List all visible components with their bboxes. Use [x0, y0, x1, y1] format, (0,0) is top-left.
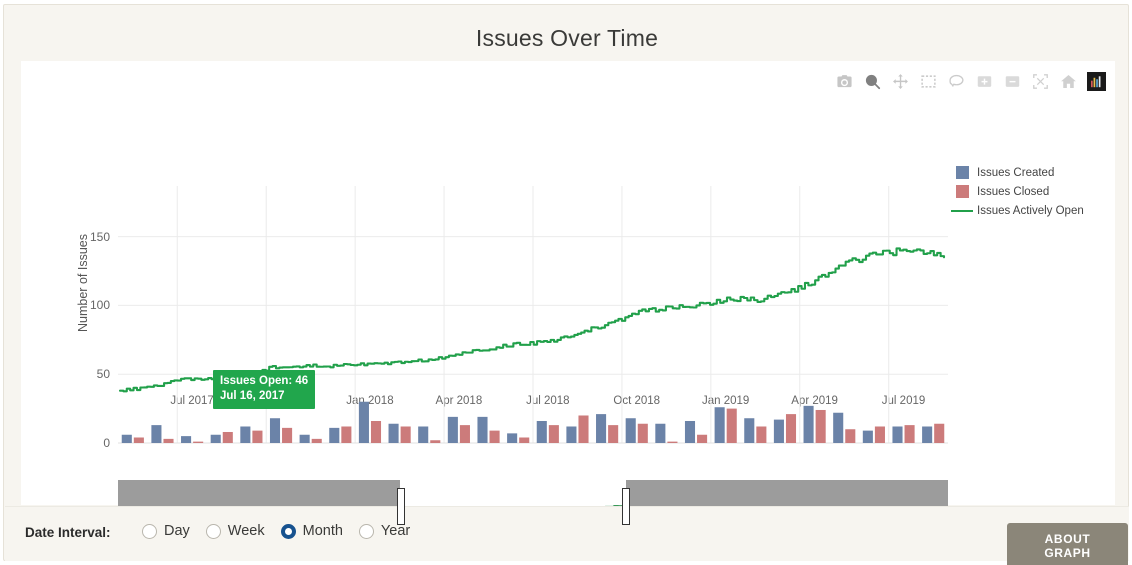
- date-interval-option-day[interactable]: Day: [142, 523, 190, 539]
- bar-issues-closed: [608, 425, 619, 443]
- radio-button[interactable]: [280, 523, 296, 539]
- bar-issues-created: [299, 434, 310, 443]
- chart-legend[interactable]: Issues Created Issues Closed Issues Acti…: [951, 163, 1084, 220]
- bar-issues-created: [862, 430, 873, 443]
- bar-issues-created: [625, 418, 636, 443]
- bar-issues-closed: [163, 438, 174, 443]
- bar-issues-closed: [904, 425, 915, 443]
- bar-issues-created: [803, 405, 814, 443]
- date-interval-option-month[interactable]: Month: [280, 523, 343, 539]
- bar-issues-closed: [519, 437, 530, 443]
- bar-issues-closed: [133, 437, 144, 443]
- bar-issues-closed: [311, 438, 322, 443]
- issues-over-time-page: Issues Over Time Number of Issues 0 50 1…: [0, 0, 1132, 565]
- page-title: Issues Over Time: [475, 25, 659, 51]
- bar-issues-created: [892, 426, 903, 443]
- bar-issues-closed: [252, 430, 263, 443]
- bar-issues-created: [655, 423, 666, 443]
- bar-issues-created: [773, 419, 784, 443]
- range-slider-handle-left[interactable]: [397, 488, 405, 525]
- tooltip-line-1: Issues Open: 46: [220, 375, 309, 387]
- bar-issues-created: [477, 416, 488, 443]
- bar-issues-created: [358, 401, 369, 443]
- bar-issues-created: [269, 418, 281, 443]
- bar-issues-closed: [370, 420, 382, 443]
- graph-card: Issues Over Time Number of Issues 0 50 1…: [3, 4, 1129, 565]
- bar-issues-closed: [578, 415, 589, 443]
- bar-issues-created: [714, 407, 725, 443]
- bar-issues-created: [151, 425, 162, 443]
- bar-issues-closed: [756, 426, 767, 443]
- bar-issues-closed: [845, 429, 856, 443]
- bar-issues-created: [329, 427, 340, 443]
- bar-issues-created: [418, 426, 429, 443]
- radio-label: Week: [227, 523, 265, 539]
- radio-label: Year: [380, 523, 411, 539]
- bar-issues-created: [536, 420, 547, 443]
- date-interval-label: Date Interval:: [25, 525, 111, 540]
- legend-item-issues-closed[interactable]: Issues Closed: [956, 182, 1084, 201]
- bar-issues-created: [447, 416, 458, 443]
- radio-label: Month: [302, 523, 343, 539]
- legend-item-issues-actively-open[interactable]: Issues Actively Open: [951, 201, 1084, 220]
- bar-issues-closed: [489, 430, 500, 443]
- legend-label-closed: Issues Closed: [977, 185, 1050, 198]
- bar-issues-closed: [222, 431, 233, 443]
- legend-label-open: Issues Actively Open: [977, 204, 1084, 217]
- legend-swatch-open: [951, 209, 973, 212]
- bar-issues-created: [388, 423, 399, 443]
- bar-issues-closed: [785, 414, 797, 443]
- legend-label-created: Issues Created: [977, 166, 1055, 179]
- date-interval-option-year[interactable]: Year: [358, 523, 411, 539]
- bar-issues-created: [121, 434, 132, 443]
- radio-button[interactable]: [358, 523, 374, 539]
- plot-panel: Number of Issues Month 050100150 Jul 201…: [21, 61, 1115, 531]
- bar-issues-created: [596, 414, 607, 443]
- bar-issues-created: [507, 433, 518, 443]
- tooltip-line-2: Jul 16, 2017: [220, 390, 285, 402]
- bar-issues-closed: [193, 441, 204, 443]
- chart-canvas: Number of Issues Month 050100150 Jul 201…: [21, 61, 1115, 531]
- bar-issues-closed: [874, 426, 885, 443]
- bar-issues-created: [240, 426, 251, 443]
- bar-issues-closed: [934, 423, 945, 443]
- legend-swatch-created: [956, 166, 969, 179]
- bar-issues-closed: [400, 426, 411, 443]
- bar-issues-closed: [548, 425, 559, 443]
- bar-issues-closed: [341, 426, 352, 443]
- radio-label: Day: [164, 523, 190, 539]
- bar-issues-closed: [637, 423, 648, 443]
- hover-tooltip: Issues Open: 46 Jul 16, 2017: [213, 370, 316, 409]
- legend-swatch-closed: [956, 185, 969, 198]
- bar-issues-closed: [667, 441, 678, 443]
- date-interval-option-week[interactable]: Week: [205, 523, 265, 539]
- bar-issues-closed: [697, 434, 708, 443]
- about-graph-button[interactable]: ABOUT GRAPH: [1007, 523, 1128, 565]
- range-slider-handle-right[interactable]: [622, 488, 630, 525]
- bar-issues-created: [744, 418, 755, 443]
- bar-issues-closed: [726, 408, 737, 443]
- bar-issues-closed: [430, 440, 441, 443]
- bar-issues-closed: [459, 425, 470, 443]
- bar-issues-created: [833, 412, 844, 443]
- bar-issues-created: [922, 426, 933, 443]
- bar-issues-closed: [282, 427, 293, 443]
- bar-issues-created: [210, 434, 221, 443]
- bar-issues-closed: [815, 409, 826, 443]
- bar-issues-created: [684, 420, 696, 443]
- radio-button[interactable]: [142, 523, 157, 539]
- legend-item-issues-created[interactable]: Issues Created: [956, 163, 1084, 182]
- chart-svg: [118, 186, 948, 444]
- date-interval-radio-group[interactable]: Day Week Month Year: [142, 523, 410, 539]
- radio-button[interactable]: [205, 523, 221, 539]
- bar-issues-created: [181, 436, 192, 443]
- bar-issues-created: [566, 426, 577, 443]
